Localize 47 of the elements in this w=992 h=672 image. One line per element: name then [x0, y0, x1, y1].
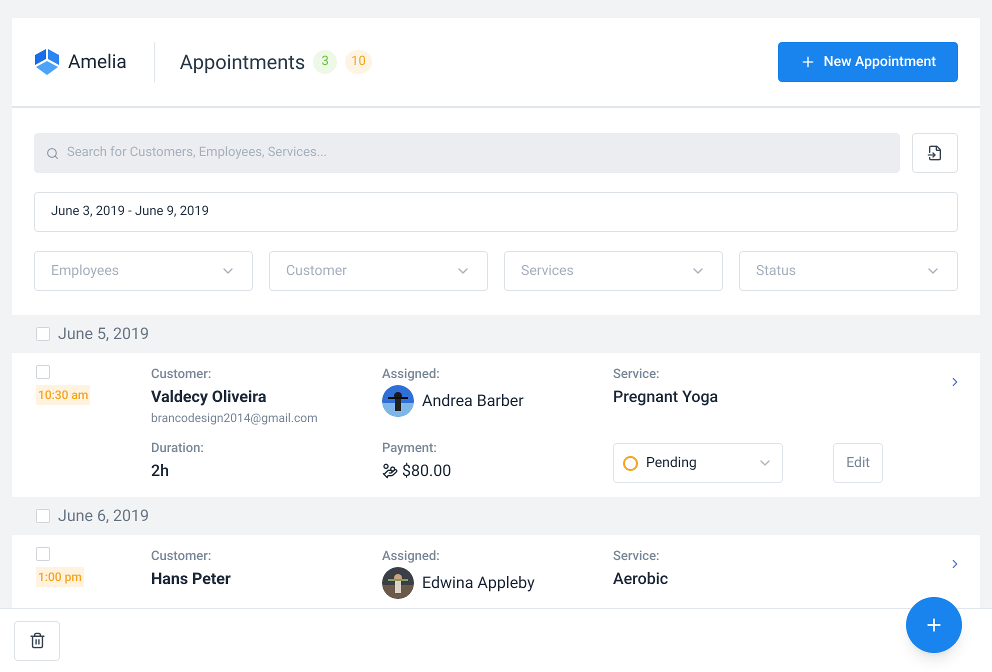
date-heading: June 5, 2019 [58, 323, 150, 345]
date-heading: June 6, 2019 [58, 505, 150, 527]
search-field[interactable]: Search for Customers, Employees, Services... [34, 133, 900, 173]
checkbox[interactable] [36, 509, 50, 523]
filter-dropdown[interactable]: Employees [34, 251, 253, 291]
export-icon [927, 145, 943, 161]
service-name: Pregnant Yoga [613, 386, 720, 408]
page-title: Appointments [180, 49, 306, 76]
checkbox[interactable] [36, 327, 50, 341]
service-name: Aerobic [613, 568, 670, 590]
count-badge: 3 [313, 50, 338, 74]
customer-email: brancodesign2014@gmail.com [151, 410, 319, 427]
count-badge: 10 [345, 50, 372, 74]
checkbox[interactable] [36, 365, 50, 379]
employee-name: Andrea Barber [422, 390, 524, 412]
field-label: Service: [613, 548, 660, 566]
plus-icon [800, 54, 816, 70]
field-label: Duration: [151, 440, 205, 458]
filter-dropdown[interactable]: Status [739, 251, 958, 291]
checkbox[interactable] [36, 547, 50, 561]
field-label: Customer: [151, 366, 212, 384]
customer-name: Hans Peter [151, 568, 232, 590]
filter-dropdown[interactable]: Services [504, 251, 723, 291]
trash-icon [28, 632, 46, 649]
delete-button[interactable] [14, 620, 60, 660]
payment-value: $80.00 [402, 460, 452, 482]
duration-value: 2h [151, 460, 170, 482]
export-button[interactable] [912, 133, 958, 173]
date-range-field[interactable]: June 3, 2019 - June 9, 2019 [34, 192, 958, 232]
payment-icon [382, 463, 398, 479]
time-badge: 1:00 pm [36, 567, 84, 587]
search-input[interactable]: Search for Customers, Employees, Services... [67, 143, 888, 163]
brand-name: Amelia [68, 42, 155, 82]
time-badge: 10:30 am [36, 385, 90, 405]
logo-icon [34, 48, 60, 76]
edit-button[interactable]: Edit [833, 443, 883, 483]
employee-name: Edwina Appleby [422, 572, 535, 594]
customer-name: Valdecy Oliveira [151, 386, 268, 408]
field-label: Payment: [382, 440, 438, 458]
new-appointment-button[interactable]: New Appointment [778, 42, 958, 82]
field-label: Assigned: [382, 548, 441, 566]
field-label: Service: [613, 366, 660, 384]
field-label: Customer: [151, 548, 212, 566]
filter-dropdown[interactable]: Customer [269, 251, 488, 291]
appointment-status-select[interactable]: Pending [613, 443, 784, 483]
search-icon [46, 146, 59, 160]
field-label: Assigned: [382, 366, 441, 384]
